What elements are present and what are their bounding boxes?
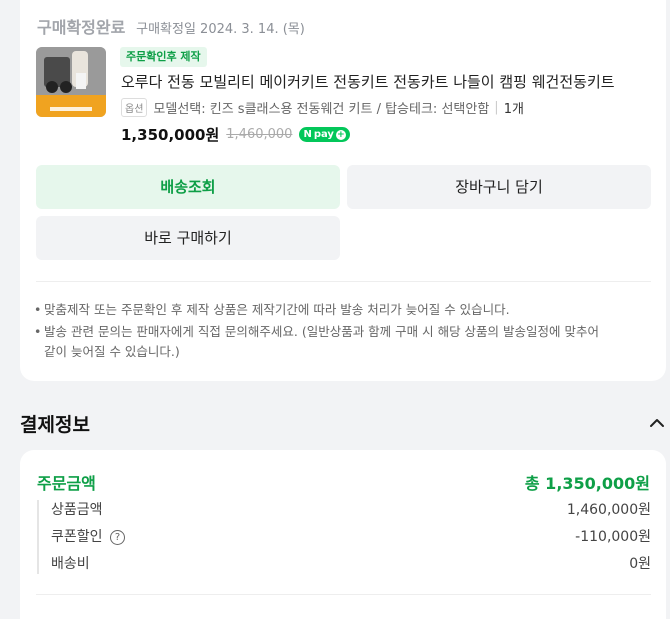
row-value: 0원: [629, 556, 651, 572]
npay-label: pay: [313, 129, 334, 140]
divider: [36, 281, 651, 282]
payment-row-product-amount: 상품금액 1,460,000원: [51, 500, 651, 520]
payment-card: 주문금액 총 1,350,000원 상품금액 1,460,000원 쿠폰할인 ?…: [20, 450, 666, 619]
plus-icon: +: [335, 129, 346, 140]
product-option: 옵션 모델선택: 킨즈 s클래스용 전동웨건 키트 / 탑승테크: 선택안함 |…: [121, 98, 524, 117]
order-amount-total: 총 1,350,000원: [524, 474, 650, 493]
product-image: [36, 47, 106, 117]
payment-section-title: 결제정보: [20, 414, 90, 436]
sale-price: 1,350,000원: [121, 126, 220, 144]
detail-indent-bar: [37, 500, 39, 574]
option-separator: |: [494, 100, 499, 115]
order-status-line: 구매확정완료 구매확정일 2024. 3. 14. (목): [37, 14, 305, 38]
notice-text-1: 맞춤제작 또는 주문확인 후 제작 상품은 제작기간에 따라 발송 처리가 늦어…: [44, 302, 510, 317]
row-label: 배송비: [51, 556, 90, 572]
order-amount-label: 주문금액: [37, 474, 96, 493]
chevron-up-icon[interactable]: [648, 414, 666, 432]
payment-row-shipping-fee: 배송비 0원: [51, 554, 651, 574]
option-badge: 옵션: [121, 98, 148, 117]
option-quantity: 1개: [503, 102, 524, 117]
buy-now-button[interactable]: 바로 구매하기: [36, 216, 340, 260]
price-line: 1,350,000원 1,460,000 N pay +: [121, 124, 350, 145]
add-to-cart-button[interactable]: 장바구니 담기: [347, 165, 651, 209]
bullet: •: [34, 324, 42, 339]
product-title[interactable]: 오루다 전동 모빌리티 메이커키트 전동키트 전동카트 나들이 캠핑 웨건전동키…: [121, 71, 645, 92]
notice-shipping-inquiry: • 발송 관련 문의는 판매자에게 직접 문의해주세요. (일반상품과 함께 구매…: [34, 322, 654, 362]
row-label: 상품금액: [51, 502, 103, 518]
question-circle-icon[interactable]: ?: [109, 529, 125, 545]
notice-text-2a: 발송 관련 문의는 판매자에게 직접 문의해주세요. (일반상품과 함께 구매 …: [44, 324, 600, 339]
divider: [36, 594, 651, 595]
npay-n-mark: N: [303, 129, 312, 140]
npay-plus-badge: N pay +: [299, 127, 350, 142]
product-thumbnail[interactable]: [36, 47, 106, 117]
row-label: 쿠폰할인: [51, 529, 103, 545]
row-value: 1,460,000원: [566, 502, 651, 518]
bullet: •: [34, 302, 42, 317]
row-value: -110,000원: [575, 529, 651, 545]
notice-text-2b: 같이 늦어질 수 있습니다.): [44, 344, 180, 359]
option-text: 모델선택: 킨즈 s클래스용 전동웨건 키트 / 탑승테크: 선택안함: [153, 102, 490, 117]
confirm-date: 구매확정일 2024. 3. 14. (목): [136, 22, 305, 37]
track-shipment-button[interactable]: 배송조회: [36, 165, 340, 209]
original-price: 1,460,000: [226, 127, 293, 142]
made-to-order-tag: 주문확인후 제작: [120, 47, 207, 67]
notice-made-to-order: • 맞춤제작 또는 주문확인 후 제작 상품은 제작기간에 따라 발송 처리가 늦…: [34, 300, 654, 320]
order-card: 구매확정완료 구매확정일 2024. 3. 14. (목) 주문확인후 제작 오…: [20, 0, 666, 381]
payment-row-coupon-discount: 쿠폰할인 ? -110,000원: [51, 527, 651, 547]
order-status: 구매확정완료: [37, 18, 126, 37]
